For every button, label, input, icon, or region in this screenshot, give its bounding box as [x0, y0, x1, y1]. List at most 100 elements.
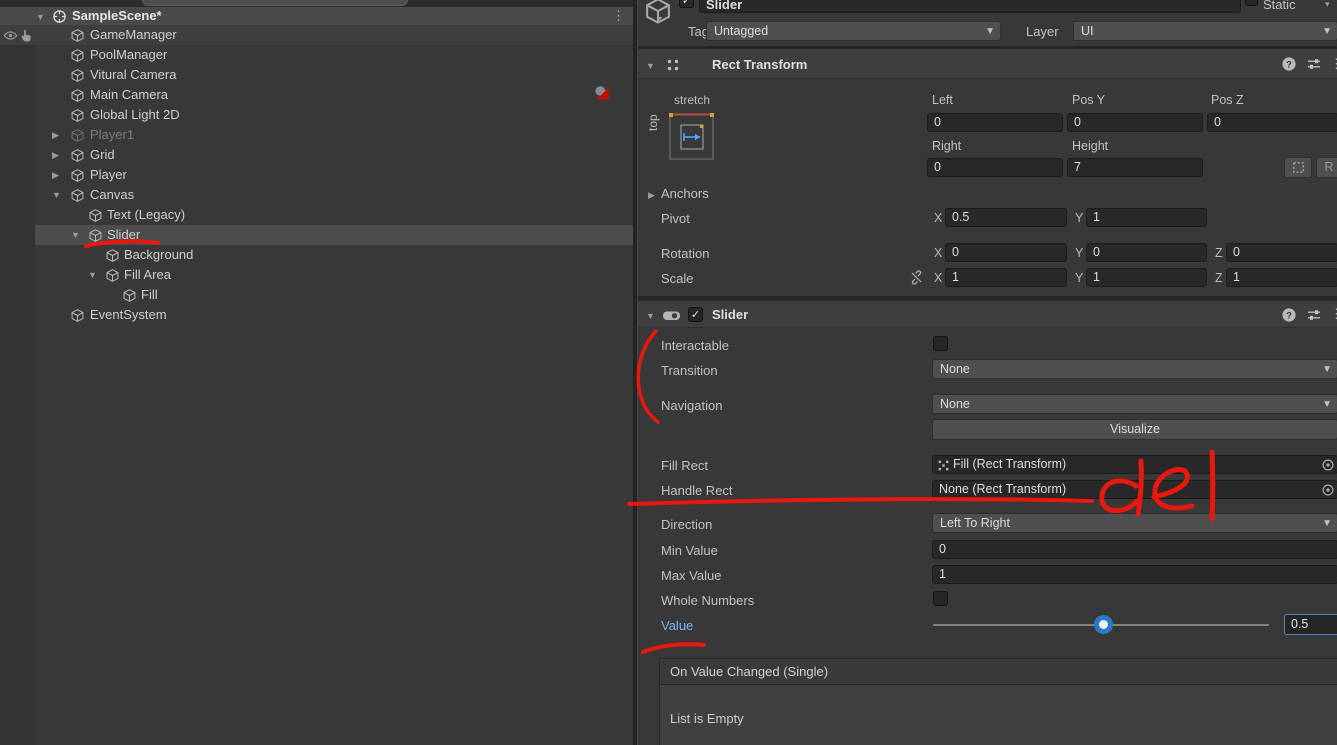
- pivot-y-field[interactable]: 1: [1086, 208, 1207, 227]
- min-value-field[interactable]: 0: [932, 540, 1337, 559]
- direction-value: Left To Right: [940, 516, 1010, 530]
- fill-rect-object-field[interactable]: Fill (Rect Transform): [932, 455, 1337, 474]
- hierarchy-row-poolmanager[interactable]: PoolManager: [0, 45, 633, 65]
- unlink-constrain-icon[interactable]: [909, 270, 924, 285]
- hierarchy-row-canvas[interactable]: ▼ Canvas: [0, 185, 633, 205]
- static-checkbox[interactable]: [1245, 0, 1258, 6]
- layer-value: UI: [1081, 24, 1094, 38]
- hierarchy-row-global-light[interactable]: Global Light 2D: [0, 105, 633, 125]
- interactable-checkbox[interactable]: [933, 336, 948, 351]
- slider-component-header[interactable]: ▼ ✓ Slider ⋮: [638, 300, 1337, 328]
- kebab-menu-icon[interactable]: ⋮: [1330, 306, 1337, 322]
- scene-title: SampleScene*: [72, 8, 162, 23]
- tag-dropdown[interactable]: Untagged ▼: [706, 21, 1001, 41]
- foldout-closed-icon[interactable]: ▶: [52, 169, 59, 181]
- transition-dropdown[interactable]: None ▼: [932, 359, 1337, 379]
- posz-field[interactable]: 0: [1207, 113, 1337, 132]
- static-label: Static: [1263, 0, 1296, 12]
- hierarchy-item-label: GameManager: [90, 27, 177, 42]
- active-checkbox[interactable]: ✓: [679, 0, 694, 8]
- gameobject-cube-icon: [70, 308, 85, 323]
- blueprint-mode-button[interactable]: [1284, 157, 1312, 178]
- hierarchy-row-main-camera[interactable]: Main Camera: [0, 85, 633, 105]
- handle-rect-value: None (Rect Transform): [939, 482, 1066, 496]
- gameobject-cube-icon: [70, 168, 85, 183]
- hierarchy-row-eventsystem[interactable]: EventSystem: [0, 305, 633, 325]
- handle-rect-label: Handle Rect: [661, 483, 733, 498]
- scale-y-field[interactable]: 1: [1086, 268, 1207, 287]
- foldout-closed-icon[interactable]: ▶: [52, 149, 59, 161]
- preset-icon[interactable]: [1306, 307, 1322, 323]
- hierarchy-row-player1[interactable]: ▶ Player1: [0, 125, 633, 145]
- pickability-hand-icon[interactable]: [19, 28, 34, 43]
- help-icon[interactable]: [1281, 56, 1297, 72]
- handle-rect-object-field[interactable]: None (Rect Transform): [932, 480, 1337, 499]
- foldout-open-icon[interactable]: ▼: [36, 11, 45, 23]
- hierarchy-row-vitural-camera[interactable]: Vitural Camera: [0, 65, 633, 85]
- foldout-closed-icon[interactable]: ▶: [52, 129, 59, 141]
- raw-edit-mode-button[interactable]: R: [1316, 157, 1337, 178]
- event-list-empty-text: List is Empty: [670, 711, 744, 726]
- left-field[interactable]: 0: [927, 113, 1063, 132]
- hierarchy-row-background[interactable]: Background: [0, 245, 633, 265]
- hierarchy-row-slider-selected[interactable]: ▼ Slider: [35, 225, 633, 245]
- right-field[interactable]: 0: [927, 158, 1063, 177]
- foldout-open-icon[interactable]: ▼: [52, 189, 61, 201]
- chevron-down-icon: ▼: [985, 23, 995, 41]
- gameobject-cube-icon: [105, 248, 120, 263]
- event-title: On Value Changed (Single): [670, 664, 828, 679]
- blueprint-icon: [1291, 160, 1306, 175]
- icon-dropdown-arrow[interactable]: ▾: [658, 13, 662, 25]
- rotation-z-field[interactable]: 0: [1226, 243, 1337, 262]
- anchor-preset-widget[interactable]: [669, 113, 714, 160]
- hierarchy-row-fill[interactable]: Fill: [0, 285, 633, 305]
- help-icon[interactable]: [1281, 307, 1297, 323]
- rect-transform-header[interactable]: ▼ Rect Transform ⋮: [638, 48, 1337, 79]
- hierarchy-item-label: Background: [124, 247, 193, 262]
- kebab-menu-icon[interactable]: ⋮: [612, 8, 625, 24]
- hierarchy-row-gamemanager[interactable]: GameManager: [0, 25, 633, 45]
- height-field[interactable]: 7: [1067, 158, 1203, 177]
- scene-row[interactable]: ▼ SampleScene* ⋮: [0, 7, 633, 25]
- object-picker-icon[interactable]: [1321, 483, 1335, 497]
- hierarchy-row-grid[interactable]: ▶ Grid: [0, 145, 633, 165]
- rotation-y-field[interactable]: 0: [1086, 243, 1207, 262]
- left-header: Left: [932, 93, 953, 107]
- anchors-label[interactable]: Anchors: [661, 186, 709, 201]
- max-value-field[interactable]: 1: [932, 565, 1337, 584]
- direction-dropdown[interactable]: Left To Right ▼: [932, 513, 1337, 533]
- gameobject-name-field[interactable]: Slider: [699, 0, 1241, 13]
- component-enabled-checkbox[interactable]: ✓: [688, 307, 703, 322]
- navigation-dropdown[interactable]: None ▼: [932, 394, 1337, 414]
- hierarchy-row-text-legacy[interactable]: Text (Legacy): [0, 205, 633, 225]
- foldout-open-icon[interactable]: ▼: [646, 310, 655, 322]
- static-dropdown-arrow[interactable]: ▾: [1325, 0, 1330, 10]
- kebab-menu-icon[interactable]: ⋮: [1330, 56, 1337, 72]
- hierarchy-item-label: Fill Area: [124, 267, 171, 282]
- hierarchy-item-label: Fill: [141, 287, 158, 302]
- foldout-open-icon[interactable]: ▼: [71, 229, 80, 241]
- visualize-button[interactable]: Visualize: [932, 419, 1337, 440]
- foldout-open-icon[interactable]: ▼: [88, 269, 97, 281]
- preset-icon[interactable]: [1306, 56, 1322, 72]
- layer-dropdown[interactable]: UI ▼: [1073, 21, 1337, 41]
- axis-y-label: Y: [1075, 246, 1083, 260]
- object-picker-icon[interactable]: [1321, 458, 1335, 472]
- hierarchy-row-fill-area[interactable]: ▼ Fill Area: [0, 265, 633, 285]
- visibility-eye-icon[interactable]: [3, 28, 18, 43]
- search-field-edge[interactable]: [142, 0, 408, 6]
- whole-numbers-checkbox[interactable]: [933, 591, 948, 606]
- pivot-x-field[interactable]: 0.5: [945, 208, 1067, 227]
- chevron-down-icon: ▼: [1322, 515, 1332, 533]
- fill-rect-label: Fill Rect: [661, 458, 708, 473]
- hierarchy-row-player[interactable]: ▶ Player: [0, 165, 633, 185]
- foldout-closed-icon[interactable]: ▶: [648, 189, 655, 201]
- rotation-x-field[interactable]: 0: [945, 243, 1067, 262]
- scale-x-field[interactable]: 1: [945, 268, 1067, 287]
- value-field[interactable]: 0.5: [1284, 614, 1337, 635]
- value-slider-handle[interactable]: [1094, 615, 1113, 634]
- scale-z-field[interactable]: 1: [1226, 268, 1337, 287]
- foldout-open-icon[interactable]: ▼: [646, 60, 655, 72]
- posy-field[interactable]: 0: [1067, 113, 1203, 132]
- axis-x-label: X: [934, 246, 942, 260]
